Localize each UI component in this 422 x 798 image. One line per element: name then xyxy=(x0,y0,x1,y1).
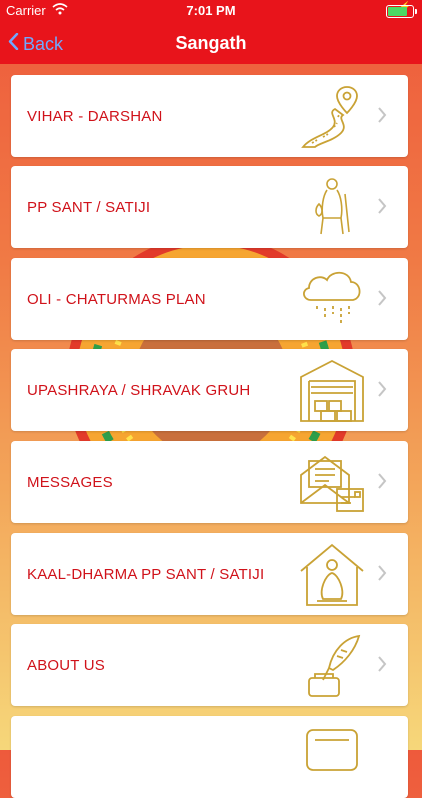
envelope-letter-icon xyxy=(297,449,367,515)
status-bar: Carrier 7:01 PM ⚡ xyxy=(0,0,422,22)
menu-item-pp-sant-satiji[interactable]: PP SANT / SATIJI xyxy=(11,166,408,248)
menu-item-label: ABOUT US xyxy=(27,657,106,674)
chevron-right-icon xyxy=(377,194,387,220)
clock: 7:01 PM xyxy=(186,3,236,18)
rain-cloud-icon xyxy=(297,266,367,332)
quill-inkpot-icon xyxy=(297,632,367,698)
menu-item-kaal-dharma[interactable]: KAAL-DHARMA PP SANT / SATIJI xyxy=(11,533,408,615)
menu-item-label: MESSAGES xyxy=(27,474,113,491)
winding-road-pin-icon xyxy=(297,83,367,149)
meditating-figure-house-icon xyxy=(297,541,367,607)
menu-item-upashraya-shravak-gruh[interactable]: UPASHRAYA / SHRAVAK GRUH xyxy=(11,349,408,431)
chevron-right-icon xyxy=(377,469,387,495)
chevron-right-icon xyxy=(377,652,387,678)
menu-item-label: VIHAR - DARSHAN xyxy=(27,108,163,125)
warehouse-icon xyxy=(297,357,367,423)
battery-icon xyxy=(386,5,417,18)
menu-item-vihar-darshan[interactable]: VIHAR - DARSHAN xyxy=(11,75,408,157)
menu-item-about-us[interactable]: ABOUT US xyxy=(11,624,408,706)
menu-item-label: PP SANT / SATIJI xyxy=(27,199,151,216)
navigation-bar: Back Sangath xyxy=(0,22,422,64)
menu-item-label: KAAL-DHARMA PP SANT / SATIJI xyxy=(27,566,265,583)
document-icon xyxy=(297,724,367,790)
walking-monk-icon xyxy=(297,174,367,240)
chevron-right-icon xyxy=(377,561,387,587)
menu-item-label: OLI - CHATURMAS PLAN xyxy=(27,291,206,308)
chevron-right-icon xyxy=(377,103,387,129)
page-title: Sangath xyxy=(175,33,247,53)
chevron-right-icon xyxy=(377,377,387,403)
chevron-right-icon xyxy=(377,286,387,312)
menu-item-messages[interactable]: MESSAGES xyxy=(11,441,408,523)
menu-item-partial[interactable] xyxy=(11,716,408,798)
menu-item-oli-chaturmas-plan[interactable]: OLI - CHATURMAS PLAN xyxy=(11,258,408,340)
menu-item-label: UPASHRAYA / SHRAVAK GRUH xyxy=(27,382,251,399)
